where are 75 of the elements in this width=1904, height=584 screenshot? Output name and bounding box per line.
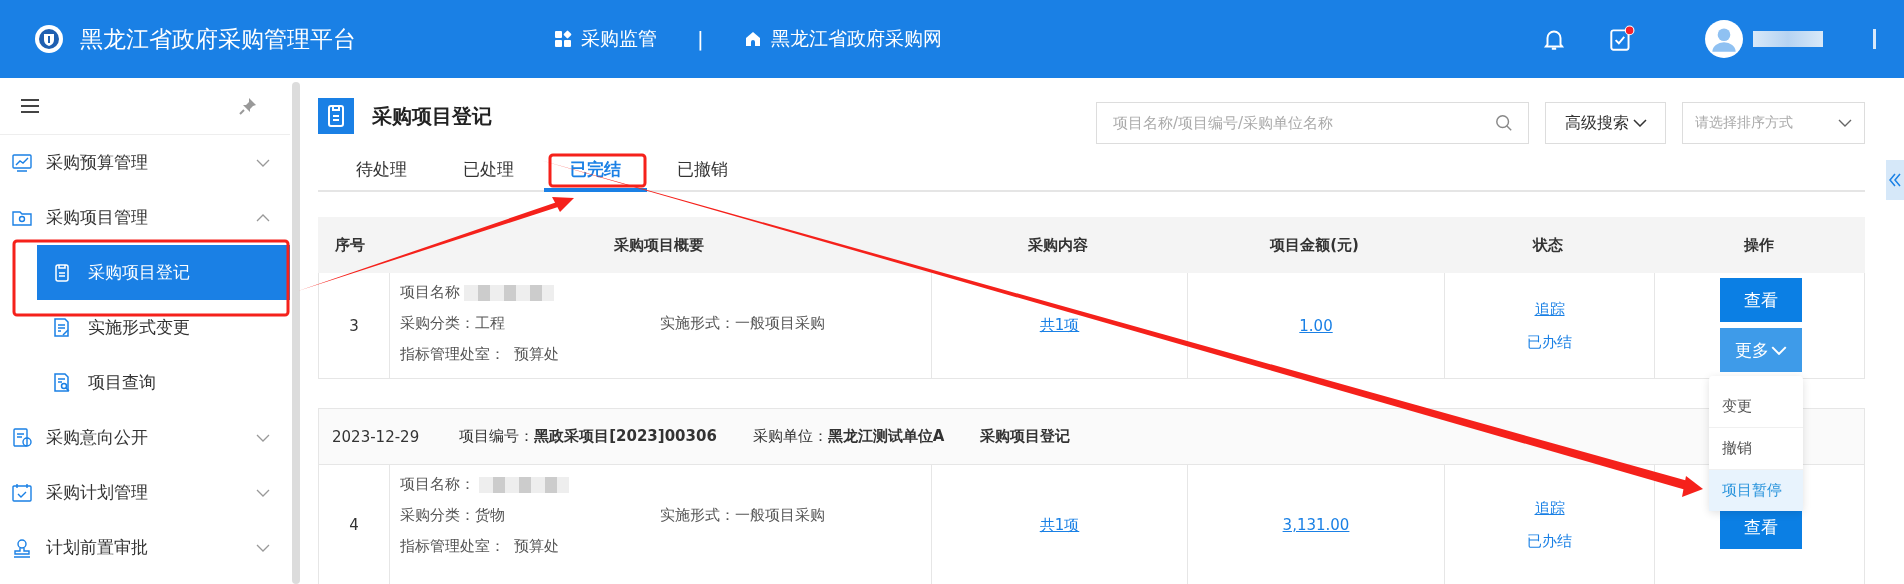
- chevron-down-icon: [1632, 119, 1647, 127]
- redacted-mark: [1753, 31, 1823, 47]
- stage-text: 采购项目登记: [980, 427, 1071, 446]
- column-header: 采购项目概要: [613, 235, 705, 255]
- field-text: 实施形式：一般项目采购: [660, 314, 825, 333]
- tab[interactable]: 待处理: [330, 150, 433, 192]
- column-header: 采购内容: [1027, 235, 1089, 255]
- collapse-tab[interactable]: [1886, 160, 1904, 200]
- amount-link[interactable]: 3,131.00: [1282, 516, 1350, 534]
- sort-select[interactable]: 请选择排序方式: [1682, 102, 1865, 144]
- column-header: 序号: [334, 235, 366, 255]
- avatar-icon[interactable]: [1705, 20, 1743, 58]
- clipboard-icon: [52, 262, 72, 283]
- table-cell-text: 3: [348, 315, 360, 337]
- view-button[interactable]: 查看: [1719, 278, 1802, 322]
- column-header: 操作: [1743, 235, 1775, 255]
- chevron-down-icon: [1770, 345, 1787, 355]
- stamp-icon: [12, 537, 32, 558]
- field-label: 项目名称：: [400, 475, 475, 494]
- field-text: 采购分类：货物: [400, 506, 506, 525]
- emblem-icon: [34, 24, 64, 54]
- track-link[interactable]: 追踪: [1534, 499, 1565, 518]
- field-text: 指标管理处室： 预算处: [400, 537, 560, 556]
- date-text: 2023-12-29: [332, 427, 420, 446]
- page-title: 采购项目登记: [372, 102, 492, 130]
- sidebar-item[interactable]: 项目查询: [37, 355, 290, 410]
- search-icon: [1495, 114, 1513, 132]
- sidebar-item[interactable]: 计划前置审批: [0, 520, 290, 575]
- chart-icon: [12, 152, 32, 173]
- sidebar-item[interactable]: 采购意向公开: [0, 410, 290, 465]
- menu-item[interactable]: 变更: [1709, 386, 1803, 427]
- status-text: 已办结: [1527, 532, 1572, 551]
- sidebar-item[interactable]: 采购预算管理: [0, 135, 290, 190]
- content-link[interactable]: 共1项: [1039, 515, 1080, 535]
- field-text: 实施形式：一般项目采购: [660, 506, 825, 525]
- sidebar-item[interactable]: 采购计划管理: [0, 465, 290, 520]
- more-button[interactable]: 更多: [1719, 328, 1802, 372]
- menu-item[interactable]: 项目暂停: [1709, 469, 1803, 511]
- calendar-icon: [12, 482, 32, 503]
- column-header: 状态: [1531, 235, 1564, 255]
- document-search-icon: [52, 372, 72, 393]
- field-label: 项目名称: [400, 283, 460, 302]
- amount-link[interactable]: 1.00: [1299, 316, 1333, 335]
- grid-icon: [554, 30, 572, 48]
- table-cell-text: 4: [348, 515, 360, 536]
- sidebar-item[interactable]: 采购项目管理: [0, 190, 290, 245]
- nav-separator: |: [697, 27, 704, 51]
- column-header: 项目金额(元): [1269, 235, 1360, 255]
- divider-mark: [1873, 29, 1876, 49]
- clipboard-icon: [318, 98, 354, 134]
- field-text: 指标管理处室： 预算处: [400, 345, 560, 364]
- search-field[interactable]: 项目名称/项目编号/采购单位名称: [1096, 102, 1529, 144]
- home-icon: [743, 30, 762, 48]
- status-text: 已办结: [1527, 332, 1572, 352]
- scrollbar[interactable]: [292, 82, 300, 584]
- track-link[interactable]: 追踪: [1534, 299, 1565, 319]
- content-link[interactable]: 共1项: [1039, 316, 1080, 335]
- advanced-search-button[interactable]: 高级搜索: [1545, 102, 1666, 144]
- field-text: 采购分类：工程: [400, 314, 506, 333]
- document-icon: [12, 427, 32, 448]
- pin-icon[interactable]: [238, 96, 258, 116]
- sidebar-item[interactable]: 实施形式变更: [37, 300, 290, 355]
- menu-icon[interactable]: [20, 98, 40, 114]
- platform-title: 黑龙江省政府采购管理平台: [80, 24, 356, 54]
- nav-link[interactable]: 黑龙江省政府采购网: [743, 26, 942, 52]
- tab[interactable]: 已撤销: [651, 150, 754, 192]
- nav-link[interactable]: 采购监管: [554, 26, 657, 52]
- clipboard-check-icon[interactable]: [1607, 25, 1635, 53]
- tab[interactable]: 已处理: [437, 150, 540, 192]
- double-chevron-left-icon: [1889, 173, 1901, 187]
- sidebar-item[interactable]: 采购项目登记: [37, 245, 290, 300]
- document-edit-icon: [52, 317, 72, 338]
- project-number: 项目编号：黑政采项目[2023]00306: [459, 427, 717, 446]
- chevron-down-icon: [1838, 119, 1852, 127]
- purchasing-unit: 采购单位：黑龙江测试单位A: [752, 427, 945, 446]
